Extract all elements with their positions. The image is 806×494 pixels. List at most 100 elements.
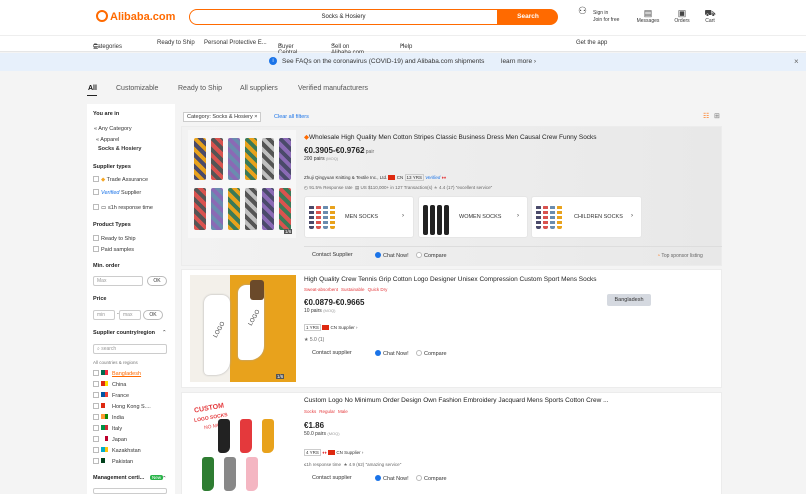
product-image-custom-socks[interactable]: CUSTOM LOGO SOCKS NO MOQ !!! bbox=[190, 401, 296, 494]
min-order-ok-button[interactable]: OK bbox=[147, 276, 167, 286]
you-are-in-heading: You are in bbox=[93, 111, 120, 117]
country-option[interactable]: Hong Kong S.... bbox=[93, 403, 151, 410]
cart-button[interactable]: ⛟ Cart bbox=[700, 8, 720, 24]
contact-supplier-button[interactable]: Contact supplier bbox=[312, 350, 352, 356]
nav-ppe[interactable]: Personal Protective E... bbox=[204, 40, 267, 46]
compare-checkbox[interactable]: Compare bbox=[416, 252, 447, 259]
flag-icon bbox=[101, 370, 108, 375]
price-ok-button[interactable]: OK bbox=[143, 310, 163, 320]
contact-supplier-button[interactable]: Contact supplier bbox=[312, 475, 352, 481]
category-chip[interactable]: Category: Socks & Hosiery × bbox=[183, 112, 262, 122]
verified-supplier-filter[interactable]: Verified Supplier bbox=[93, 189, 141, 196]
tab-verified-manufacturers[interactable]: Verified manufacturers bbox=[298, 85, 368, 92]
tab-ready-to-ship[interactable]: Ready to Ship bbox=[178, 85, 222, 92]
clear-filters-link[interactable]: Clear all filters bbox=[274, 114, 309, 120]
nav-help[interactable]: Help ⌄ bbox=[400, 40, 412, 50]
tab-customizable[interactable]: Customizable bbox=[116, 85, 158, 92]
product-tags: Socks Regular Male bbox=[304, 409, 348, 414]
product-image-socks[interactable]: 1/6 bbox=[188, 130, 296, 238]
list-view-icon[interactable]: ☷ bbox=[703, 112, 709, 120]
messages-button[interactable]: ▤ Messages bbox=[636, 8, 660, 24]
chat-now-button[interactable]: Chat Now! bbox=[375, 350, 409, 357]
active-tab-underline bbox=[87, 95, 97, 96]
paid-samples-filter[interactable]: Paid samples bbox=[93, 246, 134, 253]
ready-to-ship-filter[interactable]: Ready to Ship bbox=[93, 235, 136, 242]
compare-checkbox[interactable]: Compare bbox=[416, 475, 447, 482]
contact-supplier-button[interactable]: Contact Supplier bbox=[312, 252, 353, 258]
chat-now-button[interactable]: Chat Now! bbox=[375, 475, 409, 482]
sock-graphic bbox=[194, 188, 206, 230]
price-max-input[interactable]: max bbox=[119, 310, 141, 320]
product-tags: Sweat-absorbent Sustainable Quick Dry bbox=[304, 287, 388, 292]
sock-graphic bbox=[430, 205, 435, 235]
supplier-info[interactable]: 4 YRS ♦♦ CN Supplier › bbox=[304, 449, 363, 456]
sock-graphic bbox=[202, 457, 214, 491]
search-input[interactable]: Socks & Hosiery bbox=[189, 9, 498, 25]
response-icon: ◴ bbox=[304, 185, 308, 190]
nav-buyer-central[interactable]: Buyer Central ⌄ bbox=[278, 40, 297, 56]
country-option[interactable]: Pakistan bbox=[93, 458, 133, 465]
country-option[interactable]: Italy bbox=[93, 425, 122, 432]
apparel-link[interactable]: « Apparel bbox=[96, 137, 119, 143]
flag-icon bbox=[101, 447, 108, 452]
product-title[interactable]: Custom Logo No Minimum Order Design Own … bbox=[304, 397, 609, 404]
get-app-link[interactable]: Get the app bbox=[576, 40, 607, 46]
search-icon: ⌕ bbox=[97, 346, 100, 352]
country-option[interactable]: China bbox=[93, 381, 126, 388]
product-title[interactable]: ◆Wholesale High Quality Men Cotton Strip… bbox=[304, 133, 597, 141]
collapse-icon[interactable]: ⌃ bbox=[162, 330, 167, 336]
cart-icon: ⛟ bbox=[704, 8, 716, 18]
alibaba-logo[interactable]: Alibaba.com bbox=[96, 10, 175, 23]
country-tooltip: Bangladesh bbox=[607, 294, 651, 306]
min-order-input[interactable]: Max bbox=[93, 276, 143, 286]
price-min-input[interactable]: min bbox=[93, 310, 115, 320]
search-button[interactable]: Search bbox=[498, 9, 558, 25]
country-heading: Supplier country/region bbox=[93, 330, 156, 336]
product-price: €0.3905-€0.9762 bbox=[304, 146, 365, 155]
country-option[interactable]: Japan bbox=[93, 436, 127, 443]
women-socks-tile[interactable]: WOMEN SOCKS › bbox=[418, 196, 528, 238]
compare-checkbox[interactable]: Compare bbox=[416, 350, 447, 357]
country-search-input[interactable]: ⌕ search bbox=[93, 344, 167, 354]
tab-all-suppliers[interactable]: All suppliers bbox=[240, 85, 278, 92]
sock-graphic bbox=[444, 205, 449, 235]
categories-menu[interactable]: ☰ Categories ⌄ bbox=[93, 40, 122, 51]
response-time-filter[interactable]: ▭ ≤1h response time bbox=[93, 204, 153, 211]
management-search-input[interactable] bbox=[93, 488, 167, 494]
trade-assurance-filter[interactable]: ◆ Trade Assurance bbox=[93, 176, 148, 183]
sock-graphic bbox=[218, 419, 230, 453]
country-option[interactable]: Bangladesh bbox=[93, 370, 141, 377]
remove-icon[interactable]: × bbox=[254, 114, 257, 120]
china-flag-icon bbox=[388, 175, 396, 180]
men-socks-tile[interactable]: MEN SOCKS › bbox=[304, 196, 414, 238]
country-option[interactable]: Kazakhstan bbox=[93, 447, 141, 454]
chat-now-button[interactable]: Chat Now! bbox=[375, 252, 409, 259]
sock-graphic bbox=[323, 205, 328, 229]
user-icon: ⚇ bbox=[578, 6, 587, 17]
info-icon: i bbox=[269, 57, 277, 65]
supplier-info[interactable]: Zhuji Qingyuan Knitting & Textile Inc., … bbox=[304, 174, 446, 181]
nav-ready-to-ship[interactable]: Ready to Ship bbox=[157, 40, 195, 46]
flag-icon bbox=[101, 392, 108, 397]
orders-button[interactable]: ▣ Orders bbox=[671, 8, 693, 24]
country-option[interactable]: India bbox=[93, 414, 124, 421]
learn-more-link[interactable]: learn more › bbox=[501, 58, 536, 65]
children-socks-tile[interactable]: CHILDREN SOCKS › bbox=[531, 196, 642, 238]
nav-sell[interactable]: Sell on Alibaba.com ⌄ bbox=[331, 40, 364, 56]
any-category-link[interactable]: « Any Category bbox=[94, 126, 132, 132]
flag-icon bbox=[101, 425, 108, 430]
close-icon[interactable]: × bbox=[794, 57, 799, 66]
sock-graphic bbox=[330, 205, 335, 229]
chat-icon bbox=[375, 350, 381, 356]
supplier-types-heading: Supplier types bbox=[93, 164, 131, 170]
supplier-info[interactable]: 1 YRS CN Supplier › bbox=[304, 324, 357, 331]
sock-graphic bbox=[211, 138, 223, 180]
product-title[interactable]: High Quality Crew Tennis Grip Cotton Log… bbox=[304, 276, 597, 283]
alibaba-logo-icon bbox=[96, 10, 108, 22]
product-image-white-socks[interactable]: LOGO LOGO 1/6 bbox=[190, 275, 296, 382]
min-order-heading: Min. order bbox=[93, 263, 120, 269]
tab-all[interactable]: All bbox=[88, 85, 97, 92]
country-option[interactable]: France bbox=[93, 392, 129, 399]
grid-view-icon[interactable]: ⊞ bbox=[714, 112, 720, 120]
flag-icon bbox=[101, 436, 108, 441]
